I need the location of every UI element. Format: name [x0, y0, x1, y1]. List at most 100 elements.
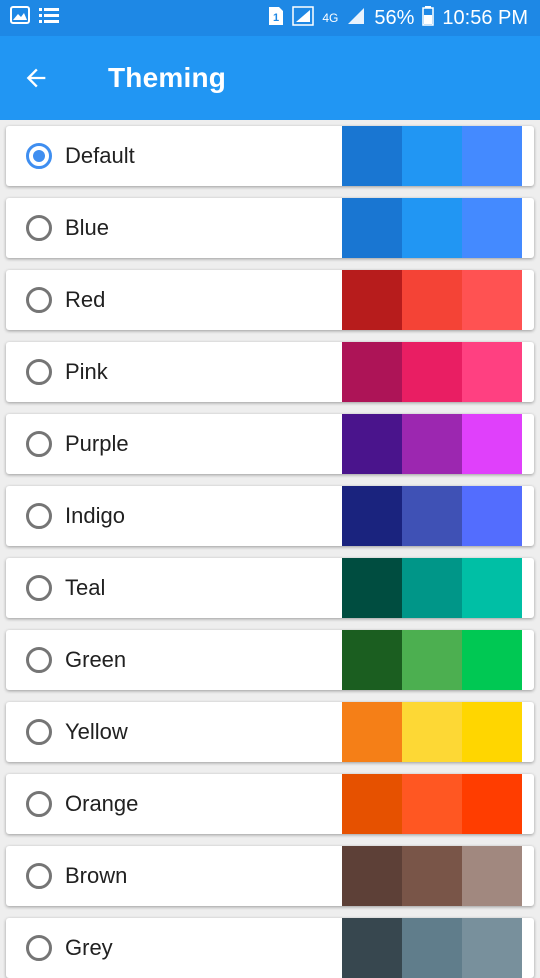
color-swatches	[342, 414, 522, 474]
theme-row-grey[interactable]: Grey	[6, 918, 534, 978]
color-swatches	[342, 918, 522, 978]
theme-label: Indigo	[65, 503, 125, 528]
color-swatches	[342, 846, 522, 906]
color-swatches	[342, 342, 522, 402]
theme-row-teal[interactable]: Teal	[6, 558, 534, 618]
color-swatch-1	[342, 342, 402, 402]
color-swatch-1	[342, 198, 402, 258]
theme-row-blue[interactable]: Blue	[6, 198, 534, 258]
color-swatch-2	[402, 702, 462, 762]
battery-icon	[422, 6, 435, 30]
color-swatch-1	[342, 270, 402, 330]
theme-row-green[interactable]: Green	[6, 630, 534, 690]
radio-button[interactable]	[26, 863, 52, 889]
color-swatch-1	[342, 846, 402, 906]
color-swatch-1	[342, 918, 402, 978]
radio-button[interactable]	[26, 143, 52, 169]
color-swatches	[342, 486, 522, 546]
signal-icon-1	[292, 6, 315, 30]
color-swatch-2	[402, 846, 462, 906]
theme-label: Green	[65, 647, 127, 672]
color-swatch-3	[462, 126, 522, 186]
color-swatch-3	[462, 342, 522, 402]
theme-label: Grey	[65, 935, 113, 960]
color-swatch-1	[342, 630, 402, 690]
color-swatch-1	[342, 486, 402, 546]
radio-button[interactable]	[26, 431, 52, 457]
theme-row-purple[interactable]: Purple	[6, 414, 534, 474]
color-swatch-3	[462, 270, 522, 330]
theme-row-yellow[interactable]: Yellow	[6, 702, 534, 762]
theme-row-indigo[interactable]: Indigo	[6, 486, 534, 546]
color-swatch-3	[462, 702, 522, 762]
radio-button[interactable]	[26, 503, 52, 529]
color-swatch-2	[402, 918, 462, 978]
theme-row-red[interactable]: Red	[6, 270, 534, 330]
theme-label: Blue	[65, 215, 110, 240]
radio-button[interactable]	[26, 575, 52, 601]
theme-row-pink[interactable]: Pink	[6, 342, 534, 402]
color-swatch-1	[342, 774, 402, 834]
radio-button[interactable]	[26, 359, 52, 385]
color-swatch-3	[462, 198, 522, 258]
color-swatches	[342, 702, 522, 762]
radio-button[interactable]	[26, 647, 52, 673]
theme-label: Orange	[65, 791, 139, 816]
color-swatch-2	[402, 774, 462, 834]
color-swatches	[342, 558, 522, 618]
clock: 10:56 PM	[442, 7, 528, 29]
color-swatch-3	[462, 414, 522, 474]
arrow-back-icon	[26, 68, 46, 88]
status-bar-right: 1 4G 56% 10:56 PM	[268, 6, 528, 30]
theme-label: Default	[65, 143, 135, 168]
color-swatch-1	[342, 126, 402, 186]
theme-label: Teal	[65, 575, 106, 600]
color-swatch-3	[462, 918, 522, 978]
color-swatches	[342, 198, 522, 258]
color-swatches	[342, 774, 522, 834]
color-swatch-1	[342, 558, 402, 618]
theme-label: Yellow	[65, 719, 128, 744]
theme-label: Brown	[65, 863, 128, 888]
radio-button[interactable]	[26, 215, 52, 241]
status-bar-left	[10, 6, 60, 30]
color-swatches	[342, 270, 522, 330]
theme-label: Purple	[65, 431, 129, 456]
color-swatch-3	[462, 558, 522, 618]
theme-label: Red	[65, 287, 106, 312]
color-swatch-2	[402, 558, 462, 618]
color-swatch-2	[402, 630, 462, 690]
color-swatch-3	[462, 486, 522, 546]
color-swatch-2	[402, 126, 462, 186]
sim-label: 1	[273, 12, 279, 24]
theme-row-brown[interactable]: Brown	[6, 846, 534, 906]
color-swatch-2	[402, 342, 462, 402]
radio-button[interactable]	[26, 719, 52, 745]
radio-button[interactable]	[26, 935, 52, 961]
color-swatch-2	[402, 414, 462, 474]
color-swatch-1	[342, 414, 402, 474]
color-swatch-1	[342, 702, 402, 762]
color-swatches	[342, 126, 522, 186]
gallery-icon	[10, 6, 30, 30]
battery-percent: 56%	[374, 7, 415, 29]
color-swatches	[342, 630, 522, 690]
theme-row-orange[interactable]: Orange	[6, 774, 534, 834]
list-icon	[38, 6, 60, 30]
signal-icon-2	[346, 7, 366, 29]
network-type-label: 4G	[322, 11, 339, 25]
page-title: Theming	[108, 62, 227, 93]
theme-row-default[interactable]: Default	[6, 126, 534, 186]
radio-button[interactable]	[26, 287, 52, 313]
color-swatch-3	[462, 774, 522, 834]
status-bar: 1 4G 56% 10:56 PM	[0, 0, 540, 36]
color-swatch-3	[462, 846, 522, 906]
back-button[interactable]	[20, 62, 52, 94]
sim-icon: 1	[268, 6, 284, 30]
color-swatch-2	[402, 486, 462, 546]
color-swatch-2	[402, 198, 462, 258]
radio-button[interactable]	[26, 791, 52, 817]
color-swatch-3	[462, 630, 522, 690]
app-bar: Theming	[0, 36, 540, 120]
color-swatch-2	[402, 270, 462, 330]
